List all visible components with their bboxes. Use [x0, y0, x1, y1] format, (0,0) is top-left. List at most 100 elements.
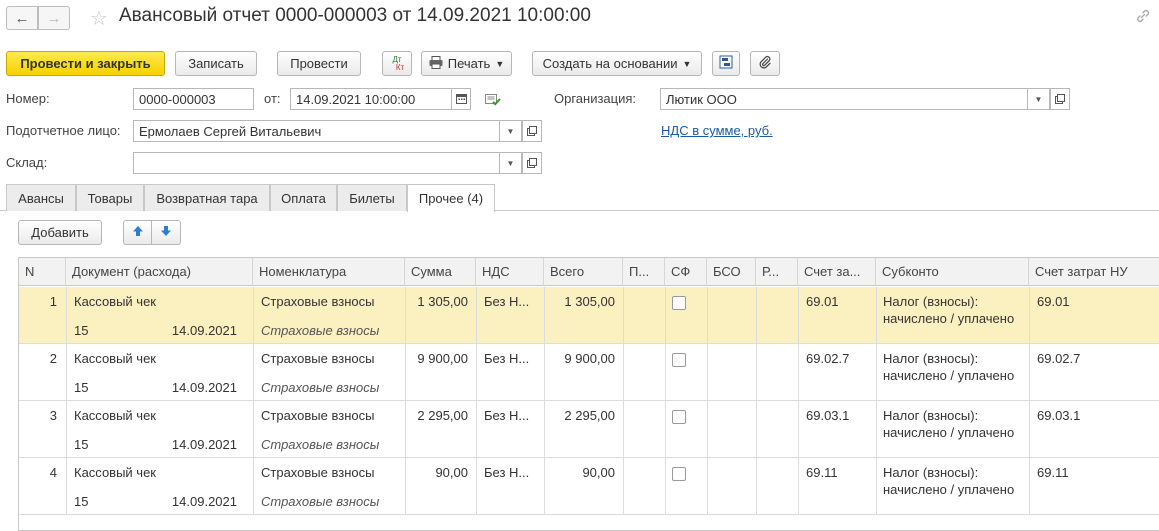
- col-header-p[interactable]: П...: [623, 258, 665, 286]
- add-button[interactable]: Добавить: [18, 220, 102, 245]
- column-divider: [707, 458, 708, 515]
- back-button[interactable]: ←: [6, 6, 38, 30]
- number-label: Номер:: [6, 91, 50, 106]
- nomenclature-secondary: Страховые взносы: [261, 323, 380, 338]
- subconto-line-2: начислено / уплачено: [883, 425, 1015, 440]
- col-header-bso[interactable]: БСО: [707, 258, 756, 286]
- col-header-cost-account-nu[interactable]: Счет затрат НУ: [1029, 258, 1159, 286]
- col-header-subconto[interactable]: Субконто: [876, 258, 1029, 286]
- invoice-checkbox[interactable]: [672, 353, 686, 367]
- tab-other[interactable]: Прочее (4): [407, 184, 495, 212]
- column-divider: [665, 344, 666, 401]
- row-number: 3: [49, 408, 57, 423]
- cost-account-nu: 69.02.7: [1037, 351, 1081, 366]
- col-header-vat[interactable]: НДС: [476, 258, 544, 286]
- column-divider: [665, 458, 666, 515]
- tab-advances[interactable]: Авансы: [6, 184, 76, 211]
- organization-dropdown-icon[interactable]: ▼: [1028, 88, 1050, 110]
- page-title: Авансовый отчет 0000-000003 от 14.09.202…: [119, 5, 591, 26]
- dt-kt-button[interactable]: Дт Кт: [382, 51, 412, 76]
- post-and-close-button[interactable]: Провести и закрыть: [6, 51, 165, 76]
- column-divider: [876, 287, 877, 344]
- column-divider: [253, 401, 254, 458]
- chevron-down-icon: ▼: [495, 58, 505, 69]
- col-header-total[interactable]: Всего: [544, 258, 623, 286]
- vat-rate: Без Н...: [484, 408, 530, 423]
- document-name: Кассовый чек: [74, 465, 156, 480]
- open-icon: [1055, 92, 1065, 107]
- column-divider: [1029, 401, 1030, 458]
- column-divider: [876, 344, 877, 401]
- invoice-checkbox[interactable]: [672, 467, 686, 481]
- column-divider: [623, 287, 624, 344]
- warehouse-open-button[interactable]: [522, 152, 542, 174]
- col-header-r[interactable]: Р...: [756, 258, 798, 286]
- person-dropdown-icon[interactable]: ▼: [500, 120, 522, 142]
- total-value: 9 900,00: [564, 351, 615, 366]
- subconto-line-2: начислено / уплачено: [883, 482, 1015, 497]
- column-divider: [707, 344, 708, 401]
- number-field[interactable]: 0000-000003: [133, 88, 254, 110]
- col-header-n[interactable]: N: [19, 258, 66, 286]
- tab-payment[interactable]: Оплата: [270, 184, 337, 211]
- move-down-button[interactable]: [152, 220, 181, 245]
- save-button[interactable]: Записать: [175, 51, 257, 76]
- col-header-cost-account[interactable]: Счет за...: [798, 258, 876, 286]
- link-icon[interactable]: [1135, 8, 1151, 27]
- warehouse-field[interactable]: [133, 152, 500, 174]
- printer-icon: [429, 55, 443, 72]
- print-button[interactable]: Печать ▼: [421, 51, 512, 76]
- table-row[interactable]: 1 Кассовый чек 15 14.09.2021 Страховые взнос…: [19, 287, 1159, 344]
- document-date: 14.09.2021: [171, 437, 237, 452]
- sum-value: 9 900,00: [417, 351, 468, 366]
- accountable-person-label: Подотчетное лицо:: [6, 123, 121, 138]
- tab-returnable-packaging[interactable]: Возвратная тара: [144, 184, 270, 211]
- person-open-button[interactable]: [522, 120, 542, 142]
- chevron-down-icon: ▼: [682, 58, 692, 69]
- organization-open-button[interactable]: [1050, 88, 1070, 110]
- forward-button[interactable]: →: [38, 6, 70, 30]
- col-header-sf[interactable]: СФ: [665, 258, 707, 286]
- attach-button[interactable]: [750, 51, 780, 76]
- tab-goods[interactable]: Товары: [76, 184, 144, 211]
- move-up-button[interactable]: [123, 220, 152, 245]
- structure-icon: [719, 55, 733, 72]
- structure-button[interactable]: [712, 51, 740, 76]
- create-based-on-button[interactable]: Создать на основании ▼: [532, 51, 702, 76]
- column-divider: [798, 458, 799, 515]
- favorite-star-icon[interactable]: ☆: [90, 6, 108, 31]
- post-button[interactable]: Провести: [277, 51, 361, 76]
- invoice-checkbox[interactable]: [672, 410, 686, 424]
- subconto-line-1: Налог (взносы):: [883, 465, 979, 480]
- organization-field[interactable]: Лютик ООО: [660, 88, 1028, 110]
- subconto-line-1: Налог (взносы):: [883, 294, 979, 309]
- other-expenses-table: N Документ (расхода) Номенклатура Сумма …: [18, 257, 1159, 531]
- invoice-checkbox[interactable]: [672, 296, 686, 310]
- col-header-document[interactable]: Документ (расхода): [66, 258, 253, 286]
- document-number: 15: [74, 323, 89, 338]
- date-field[interactable]: 14.09.2021 10:00:00: [290, 88, 452, 110]
- table-row[interactable]: 3 Кассовый чек 15 14.09.2021 Страховые взнос…: [19, 401, 1159, 458]
- document-name: Кассовый чек: [74, 351, 156, 366]
- nomenclature: Страховые взносы: [261, 408, 375, 423]
- column-divider: [756, 401, 757, 458]
- column-divider: [476, 401, 477, 458]
- accountable-person-field[interactable]: Ермолаев Сергей Витальевич: [133, 120, 500, 142]
- warehouse-dropdown-icon[interactable]: ▼: [500, 152, 522, 174]
- print-label: Печать: [447, 56, 491, 71]
- table-row[interactable]: 4 Кассовый чек 15 14.09.2021 Страховые взнос…: [19, 458, 1159, 515]
- vat-rate: Без Н...: [484, 351, 530, 366]
- col-header-sum[interactable]: Сумма: [405, 258, 476, 286]
- calendar-button[interactable]: [451, 88, 471, 110]
- nomenclature: Страховые взносы: [261, 465, 375, 480]
- document-date: 14.09.2021: [171, 494, 237, 509]
- tab-tickets[interactable]: Билеты: [337, 184, 407, 211]
- document-date: 14.09.2021: [171, 323, 237, 338]
- warehouse-label: Склад:: [6, 155, 48, 170]
- table-row[interactable]: 2 Кассовый чек 15 14.09.2021 Страховые взнос…: [19, 344, 1159, 401]
- column-divider: [253, 458, 254, 515]
- col-header-nomenclature[interactable]: Номенклатура: [253, 258, 405, 286]
- vat-in-amount-link[interactable]: НДС в сумме, руб.: [661, 123, 773, 138]
- date-label: от:: [264, 91, 281, 106]
- subconto-line-1: Налог (взносы):: [883, 351, 979, 366]
